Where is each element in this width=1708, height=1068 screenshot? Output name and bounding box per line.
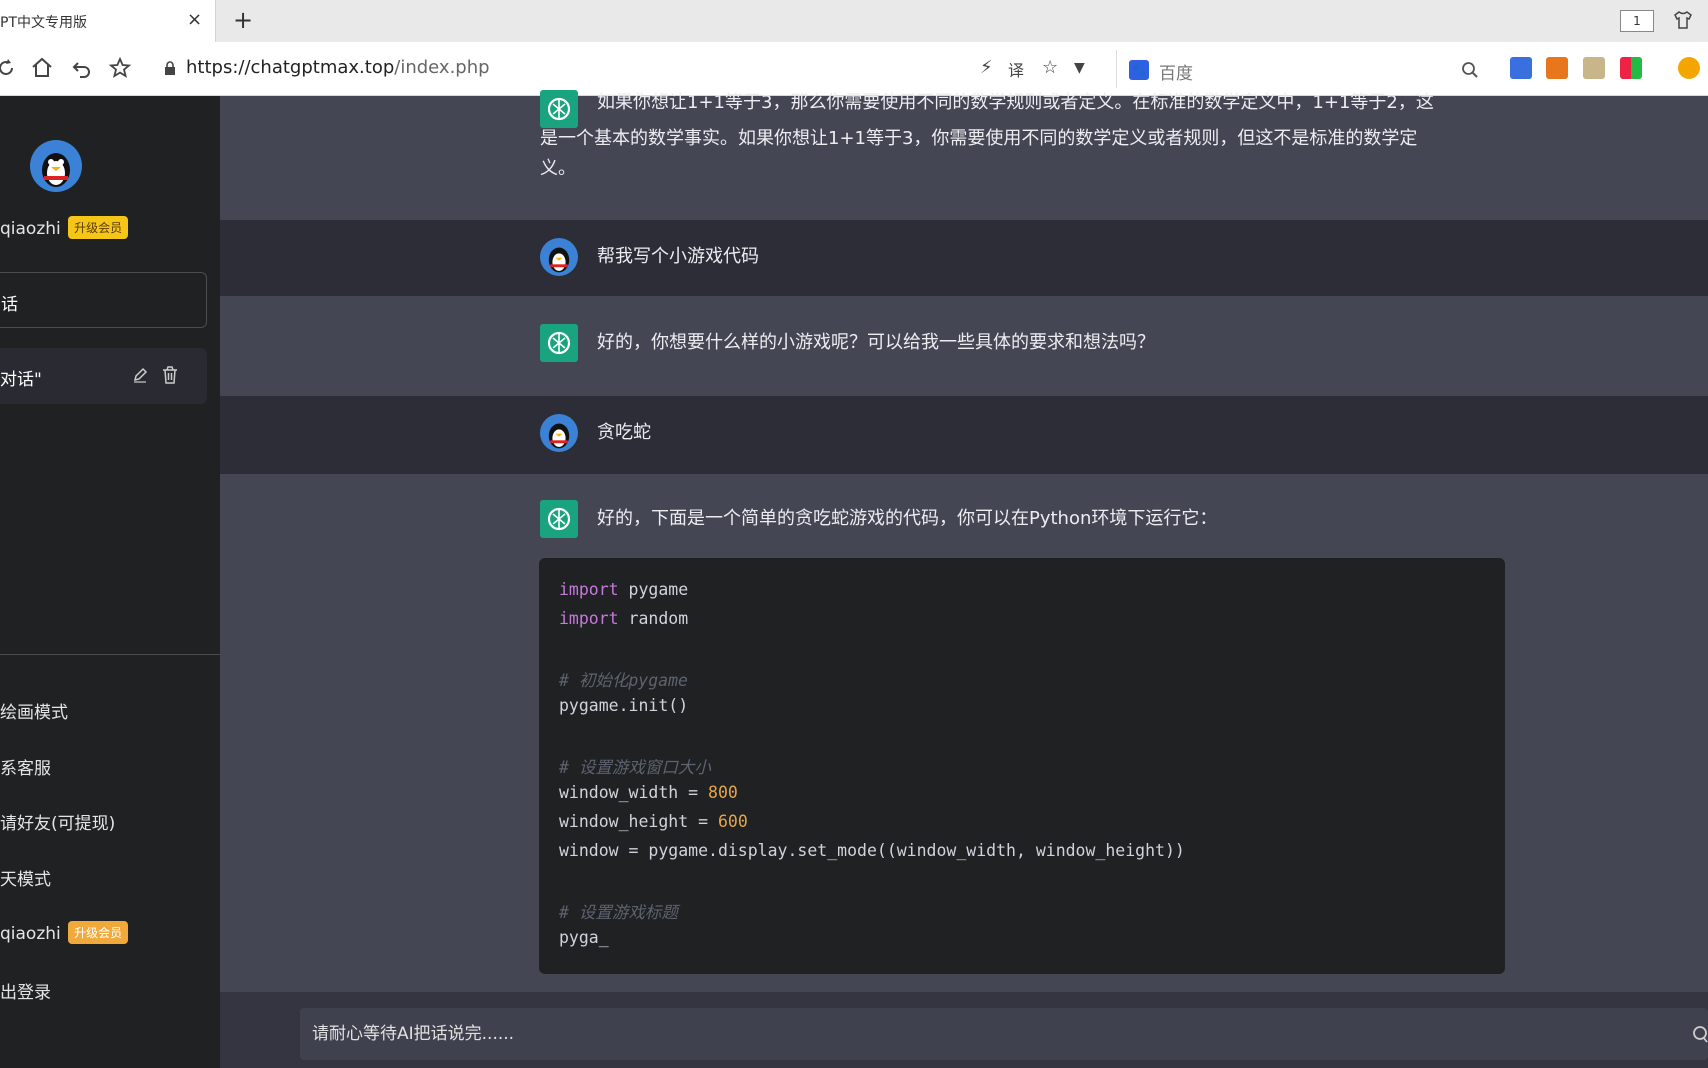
chat-item-label: 对话" (0, 370, 42, 390)
chatgpt-avatar-icon (540, 324, 578, 362)
code-comment: # 设置游戏标题 (559, 903, 678, 922)
extension-apps-icon[interactable] (1620, 57, 1642, 79)
extension-pen-icon[interactable] (1510, 57, 1532, 79)
translate-icon[interactable]: 译 (1008, 57, 1024, 81)
chat-message-ai: 如果你想让1+1等于3，那么你需要使用不同的数学规则或者定义。在标准的数学定义中… (220, 90, 1708, 220)
new-tab-button[interactable]: + (233, 6, 253, 34)
favorite-star-icon[interactable] (108, 56, 132, 80)
code-line: window = pygame.display.set_mode((window… (559, 841, 1185, 860)
chat-message-ai: 好的，你想要什么样的小游戏呢？可以给我一些具体的要求和想法吗？ (220, 296, 1708, 396)
chat-area: 如果你想让1+1等于3，那么你需要使用不同的数学规则或者定义。在标准的数学定义中… (220, 90, 1708, 1068)
menu-item-invite-friends[interactable]: 请好友(可提现) (0, 809, 115, 834)
bookmark-star-icon[interactable]: ☆ (1042, 57, 1058, 78)
username-text: qiaozhi (0, 219, 61, 239)
lock-icon (165, 61, 175, 75)
message-text: 是一个基本的数学事实。如果你想让1+1等于3，你需要使用不同的数学定义或者规则，… (540, 128, 1418, 149)
user-avatar-icon (540, 414, 578, 452)
chat-message-user: 贪吃蛇 (220, 396, 1708, 474)
url-host: https://chatgptmax.top (186, 57, 395, 78)
new-chat-button[interactable]: 话 (0, 272, 207, 328)
menu-item-logout[interactable]: 出登录 (0, 978, 51, 1003)
code-comment: # 初始化pygame (559, 671, 688, 690)
code-line: pyga_ (559, 928, 609, 947)
code-line: import pygame (559, 580, 689, 599)
browser-tab[interactable]: PT中文专用版 × (0, 0, 216, 42)
sidebar: qiaozhi 升级会员 话 对话" 绘画模式 系客服 请好友(可提现) 天模式… (0, 96, 220, 1068)
chat-input[interactable] (312, 1008, 1682, 1060)
undo-icon[interactable] (70, 56, 94, 80)
code-line: window_height = 600 (559, 812, 748, 831)
chat-message-user: 帮我写个小游戏代码 (220, 220, 1708, 296)
user-avatar-icon (540, 238, 578, 276)
penguin-avatar-icon (42, 153, 70, 187)
new-chat-label: 话 (1, 295, 18, 315)
chevron-down-icon[interactable]: ▼ (1074, 60, 1085, 76)
avatar[interactable] (30, 140, 82, 192)
upgrade-badge[interactable]: 升级会员 (68, 216, 129, 239)
reload-icon[interactable] (0, 56, 18, 80)
code-block[interactable]: import pygame import random # 初始化pygame … (539, 558, 1505, 974)
sidebar-divider (0, 654, 220, 655)
code-line: pygame.init() (559, 696, 689, 715)
message-text: 如果你想让1+1等于3，那么你需要使用不同的数学规则或者定义。在标准的数学定义中… (597, 92, 1434, 113)
send-icon[interactable] (1692, 1024, 1708, 1044)
search-icon[interactable] (1461, 61, 1479, 79)
url-field[interactable]: https://chatgptmax.top/index.php (186, 57, 490, 78)
extension-fox-icon[interactable] (1546, 57, 1568, 79)
message-text: 好的，下面是一个简单的贪吃蛇游戏的代码，你可以在Python环境下运行它： (597, 508, 1218, 529)
code-line: window_width = 800 (559, 783, 738, 802)
message-text: 义。 (540, 158, 576, 179)
home-icon[interactable] (30, 56, 54, 80)
edit-icon[interactable] (132, 367, 148, 383)
message-text: 帮我写个小游戏代码 (597, 246, 759, 267)
menu-item-chat-mode[interactable]: 天模式 (0, 865, 51, 890)
search-box[interactable]: 🐾 百度 (1116, 50, 1484, 88)
sidebar-username: qiaozhi 升级会员 (0, 216, 129, 239)
tab-close-icon[interactable]: × (187, 9, 202, 30)
window-count-badge[interactable]: 1 (1620, 10, 1654, 32)
chatgpt-avatar-icon (540, 500, 578, 538)
tab-title: PT中文专用版 (0, 15, 87, 31)
menu-item-contact-support[interactable]: 系客服 (0, 754, 51, 779)
menu-item-draw-mode[interactable]: 绘画模式 (0, 698, 68, 723)
code-line: import random (559, 609, 689, 628)
extension-moon-icon[interactable] (1678, 57, 1700, 79)
search-engine-label: 百度 (1159, 64, 1193, 84)
upgrade-badge-bottom[interactable]: 升级会员 (68, 921, 129, 944)
browser-tab-bar: PT中文专用版 × + 1 (0, 0, 1708, 42)
lightning-icon[interactable]: ⚡ (980, 57, 993, 78)
code-comment: # 设置游戏窗口大小 (559, 758, 711, 777)
message-text: 好的，你想要什么样的小游戏呢？可以给我一些具体的要求和想法吗？ (597, 332, 1155, 353)
chat-input-box[interactable] (300, 1008, 1708, 1060)
account-name: qiaozhi (0, 924, 61, 944)
baidu-icon: 🐾 (1129, 60, 1149, 80)
menu-item-account[interactable]: qiaozhi 升级会员 (0, 921, 129, 944)
chat-list-item[interactable]: 对话" (0, 348, 207, 404)
trash-icon[interactable] (162, 366, 178, 384)
skin-icon[interactable] (1672, 9, 1694, 31)
extension-image-icon[interactable] (1583, 57, 1605, 79)
url-path: /index.php (394, 57, 490, 78)
message-text: 贪吃蛇 (597, 422, 651, 443)
